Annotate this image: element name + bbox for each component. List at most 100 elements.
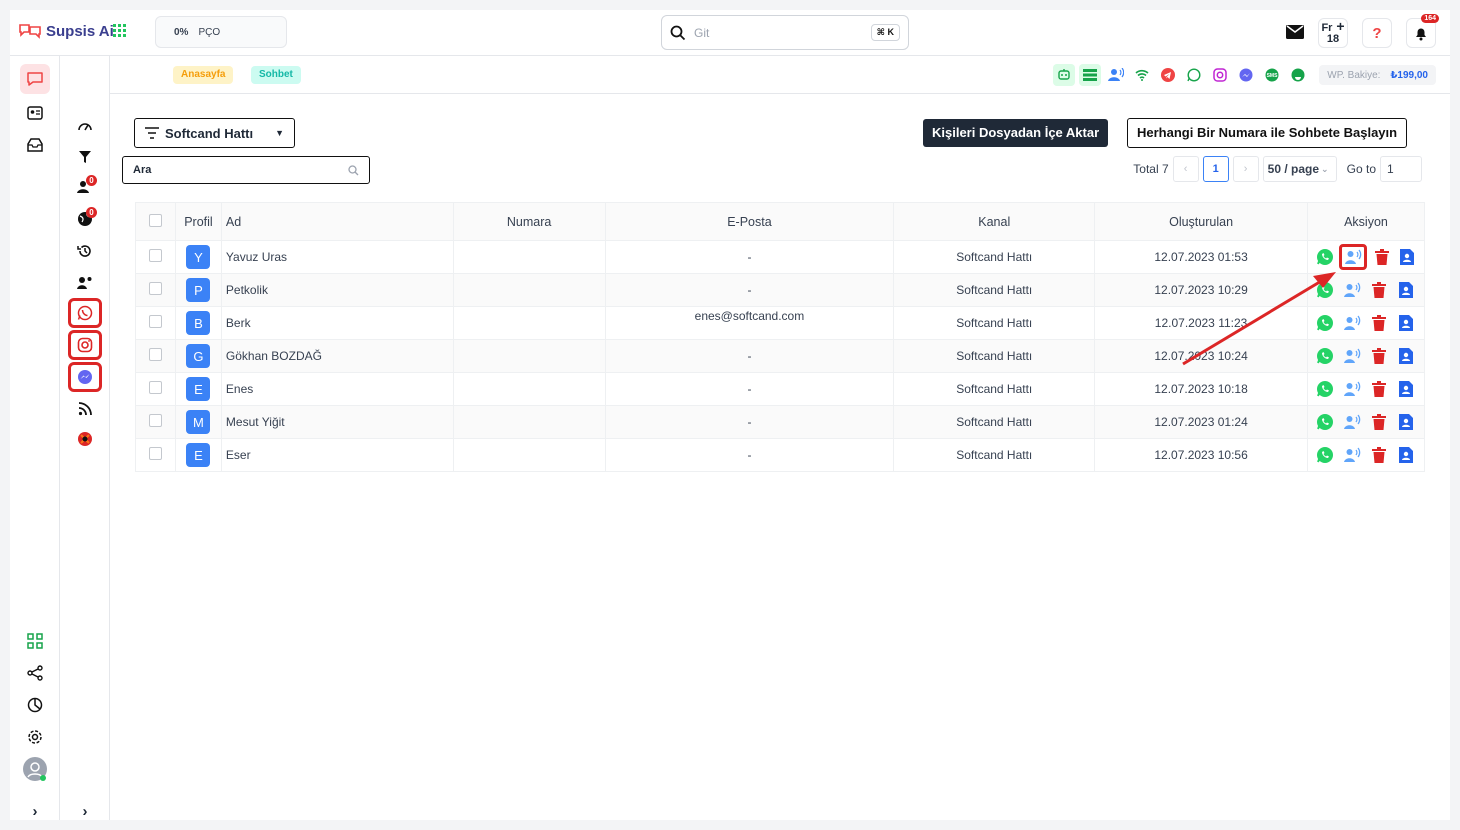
integration-app-icon[interactable] (68, 424, 102, 454)
table-row[interactable]: Y Yavuz Uras - Softcand Hattı 12.07.2023 01:… (135, 240, 1426, 274)
contacts-search-input[interactable]: Ara (122, 156, 370, 184)
filter-icon[interactable] (68, 142, 102, 172)
dashboard-gauge-icon[interactable] (68, 110, 102, 140)
import-contacts-button[interactable]: Kişileri Dosyadan İçe Aktar (923, 119, 1109, 147)
whatsapp-icon[interactable] (1183, 64, 1205, 86)
row-select-cell[interactable] (135, 339, 176, 373)
global-search[interactable]: Git ⌘ K (661, 15, 909, 50)
telegram-icon[interactable] (1157, 64, 1179, 86)
row-select-cell[interactable] (135, 438, 176, 472)
inbox-nav-icon[interactable] (20, 130, 50, 160)
list-icon[interactable] (1079, 64, 1102, 86)
contact-details-icon[interactable] (1395, 378, 1417, 400)
assign-agent-icon[interactable] (1341, 411, 1363, 433)
wifi-icon[interactable] (1131, 64, 1153, 86)
next-page-button[interactable]: › (1232, 156, 1259, 182)
table-row[interactable]: E Enes - Softcand Hattı 12.07.2023 10:18 (135, 372, 1426, 406)
delete-trash-icon[interactable] (1368, 279, 1390, 301)
row-select-cell[interactable] (135, 240, 176, 274)
assign-agent-icon[interactable] (1339, 244, 1368, 270)
delete-trash-icon[interactable] (1371, 246, 1393, 268)
settings-gear-icon[interactable] (20, 722, 50, 752)
notifications-button[interactable]: 164 (1406, 14, 1439, 48)
whatsapp-chat-icon[interactable] (1314, 345, 1336, 367)
row-select-cell[interactable] (135, 372, 176, 406)
voice-contact-icon[interactable] (1105, 64, 1127, 86)
whatsapp-channel-icon[interactable] (68, 298, 102, 328)
line-select-dropdown[interactable]: Softcand Hattı ▼ (134, 118, 295, 148)
messenger-channel-icon[interactable] (68, 362, 102, 392)
row-checkbox[interactable] (148, 414, 162, 427)
assign-agent-icon[interactable] (1341, 378, 1363, 400)
whatsapp-chat-icon[interactable] (1314, 246, 1336, 268)
delete-trash-icon[interactable] (1368, 378, 1390, 400)
contact-details-icon[interactable] (1395, 312, 1417, 334)
row-checkbox[interactable] (148, 348, 162, 361)
instagram-icon[interactable] (1209, 64, 1231, 86)
share-icon[interactable] (20, 658, 50, 688)
whatsapp-chat-icon[interactable] (1314, 444, 1336, 466)
help-button[interactable]: ? (1362, 18, 1392, 48)
delete-trash-icon[interactable] (1368, 411, 1390, 433)
instagram-channel-icon[interactable] (68, 330, 102, 360)
org-selector[interactable]: 0% PÇO (155, 16, 287, 48)
bot-icon[interactable] (1053, 64, 1076, 86)
contact-details-icon[interactable] (1396, 246, 1418, 268)
row-checkbox[interactable] (148, 315, 162, 328)
whatsapp-chat-icon[interactable] (1314, 312, 1336, 334)
goto-page-input[interactable]: 1 (1380, 156, 1422, 182)
table-row[interactable]: M Mesut Yiğit - Softcand Hattı 12.07.2023 01… (135, 405, 1426, 439)
contacts-nav-icon[interactable] (20, 98, 50, 128)
expand-subsidebar-chevron-icon[interactable]: › (68, 796, 102, 826)
whatsapp-chat-icon[interactable] (1314, 279, 1336, 301)
whatsapp-chat-icon[interactable] (1314, 411, 1336, 433)
delete-trash-icon[interactable] (1368, 444, 1390, 466)
page-size-select[interactable]: 50 / page ⌄ (1262, 156, 1337, 182)
row-checkbox[interactable] (148, 447, 162, 460)
row-select-cell[interactable] (135, 306, 176, 340)
start-chat-with-number-button[interactable]: Herhangi Bir Numara ile Sohbete Başlayın (1127, 118, 1408, 148)
assign-agent-icon[interactable] (1341, 345, 1363, 367)
table-row[interactable]: G Gökhan BOZDAĞ - Softcand Hattı 12.07.2023 … (135, 339, 1426, 373)
assign-agent-icon[interactable] (1341, 279, 1363, 301)
dashboard-grid-icon[interactable] (20, 626, 50, 656)
assign-agent-icon[interactable] (1341, 312, 1363, 334)
app-logo[interactable]: Supsis Ai (18, 22, 114, 40)
history-icon[interactable] (68, 236, 102, 266)
rss-feed-icon[interactable] (68, 394, 102, 424)
delete-trash-icon[interactable] (1368, 345, 1390, 367)
delete-trash-icon[interactable] (1368, 312, 1390, 334)
agents-icon[interactable] (68, 268, 102, 298)
sms-icon[interactable]: SMS (1261, 64, 1283, 86)
smile-integration-icon[interactable] (1287, 64, 1309, 86)
contact-details-icon[interactable] (1395, 345, 1417, 367)
fr-plus-button[interactable]: Fr +18 (1318, 18, 1348, 48)
mail-icon[interactable] (1286, 24, 1304, 42)
messenger-icon[interactable] (1235, 64, 1257, 86)
select-all-header[interactable] (135, 202, 176, 241)
row-select-cell[interactable] (135, 405, 176, 439)
contact-details-icon[interactable] (1395, 411, 1417, 433)
contact-details-icon[interactable] (1395, 444, 1417, 466)
breadcrumb-home[interactable]: Anasayfa (173, 66, 234, 84)
table-row[interactable]: B Berk enes@softcand.com Softcand Hattı 12.0… (135, 306, 1426, 340)
row-checkbox[interactable] (148, 249, 162, 262)
reports-pie-icon[interactable] (20, 690, 50, 720)
whatsapp-chat-icon[interactable] (1314, 378, 1336, 400)
global-visitors-icon[interactable]: 0 (68, 204, 102, 234)
expand-sidebar-chevron-icon[interactable]: › (20, 796, 50, 826)
apps-grid-icon[interactable] (113, 24, 127, 41)
table-row[interactable]: E Eser - Softcand Hattı 12.07.2023 10:56 (135, 438, 1426, 472)
breadcrumb-chat[interactable]: Sohbet (251, 66, 301, 84)
visitors-icon[interactable]: 0 (68, 172, 102, 202)
contact-details-icon[interactable] (1395, 279, 1417, 301)
select-all-checkbox[interactable] (148, 213, 162, 227)
current-page-button[interactable]: 1 (1202, 156, 1229, 182)
prev-page-button[interactable]: ‹ (1172, 156, 1199, 182)
chat-nav-icon[interactable] (20, 64, 50, 94)
row-checkbox[interactable] (148, 381, 162, 394)
assign-agent-icon[interactable] (1341, 444, 1363, 466)
user-avatar[interactable] (20, 754, 50, 784)
row-select-cell[interactable] (135, 273, 176, 307)
table-row[interactable]: P Petkolik - Softcand Hattı 12.07.2023 10:29 (135, 273, 1426, 307)
